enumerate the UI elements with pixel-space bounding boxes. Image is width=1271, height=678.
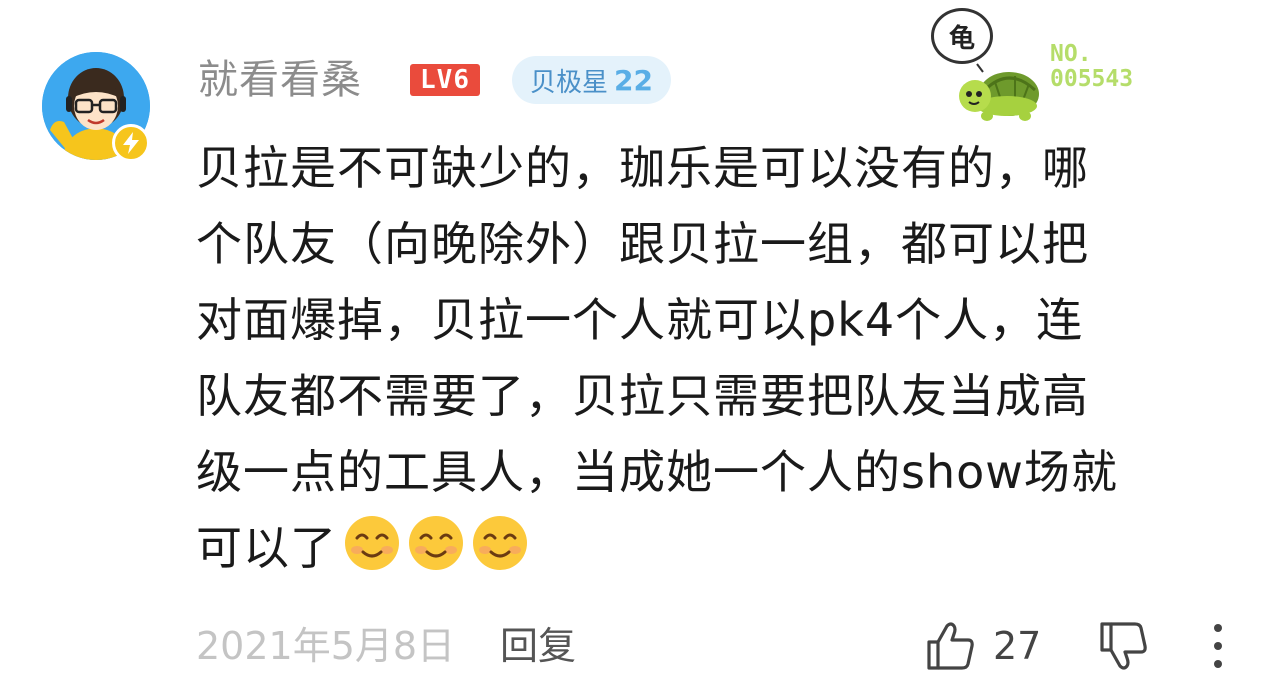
fan-medal-badge[interactable]: 贝极星 22 (512, 56, 671, 104)
comment-text: 贝拉是不可缺少的，珈乐是可以没有的，哪 个队友（向晚除外）跟贝拉一组，都可以把 … (196, 130, 1236, 586)
turtle-number-label: NO. (1050, 41, 1092, 67)
turtle-icon (959, 63, 1039, 121)
smile-emoji-icon (409, 516, 463, 570)
comment-line: 贝拉是不可缺少的，珈乐是可以没有的，哪 (196, 141, 1089, 195)
turtle-number: NO. 005543 (1050, 42, 1133, 92)
lightning-icon (123, 132, 139, 154)
username[interactable]: 就看看桑 (198, 50, 362, 110)
level-badge: LV6 (410, 64, 480, 96)
speech-bubble: 龟 (931, 8, 993, 64)
more-options-icon[interactable] (1208, 622, 1228, 670)
thumbs-up-icon[interactable] (925, 620, 977, 672)
comment-line: 级一点的工具人，当成她一个人的show场就 (196, 445, 1118, 499)
comment-line-last: 可以了 (196, 510, 1236, 586)
reply-button[interactable]: 回复 (500, 618, 576, 674)
comment-line: 个队友（向晚除外）跟贝拉一组，都可以把 (196, 217, 1089, 271)
comment-line: 对面爆掉，贝拉一个人就可以pk4个人，连 (196, 293, 1084, 347)
verified-badge (112, 124, 150, 162)
comment-date: 2021年5月8日 (196, 624, 456, 668)
turtle-number-value: 005543 (1050, 66, 1134, 92)
comment-line: 队友都不需要了，贝拉只需要把队友当成高 (196, 369, 1089, 423)
fan-medal-name: 贝极星 (530, 67, 609, 98)
fan-medal-level: 22 (614, 63, 653, 97)
smile-emoji-icon (345, 516, 399, 570)
comment-line: 可以了 (196, 521, 337, 575)
smile-emoji-icon (473, 516, 527, 570)
like-count: 27 (993, 624, 1042, 668)
turtle-decoration: 龟 (925, 8, 1045, 126)
thumbs-down-icon[interactable] (1098, 620, 1150, 672)
